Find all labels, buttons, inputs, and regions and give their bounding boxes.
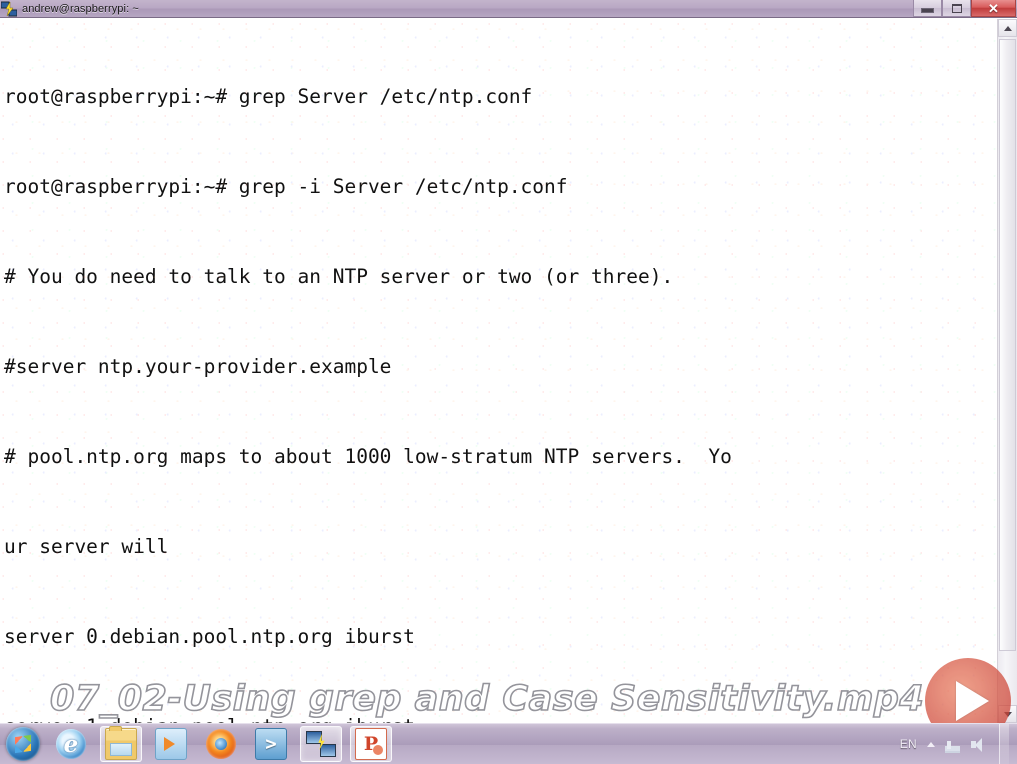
network-icon[interactable] — [945, 735, 960, 753]
powershell-icon — [255, 728, 287, 760]
close-button[interactable]: ✕ — [971, 0, 1016, 17]
start-button[interactable] — [6, 727, 40, 761]
system-tray: EN — [900, 723, 1009, 764]
taskbar-item-putty[interactable] — [300, 726, 342, 762]
windows-taskbar: EN — [0, 723, 1017, 764]
terminal-line: # You do need to talk to an NTP server o… — [4, 265, 674, 288]
terminal-text: root@raspberrypi:~# grep Server /etc/ntp… — [0, 19, 997, 723]
maximize-icon — [951, 3, 962, 13]
folder-icon — [105, 726, 137, 760]
terminal-output-area[interactable]: root@raspberrypi:~# grep Server /etc/ntp… — [0, 19, 997, 723]
taskbar-item-internet-explorer[interactable] — [50, 726, 92, 762]
terminal-line: server 0.debian.pool.ntp.org iburst — [4, 625, 415, 648]
putty-icon — [0, 0, 18, 17]
maximize-button[interactable] — [942, 0, 971, 17]
terminal-line: #server ntp.your-provider.example — [4, 355, 392, 378]
window-controls: ✕ — [913, 0, 1016, 17]
video-title-overlay: 07_02-Using grep and Case Sensitivity.mp… — [49, 678, 925, 720]
play-icon — [956, 681, 989, 721]
scrollbar-thumb[interactable] — [999, 39, 1016, 651]
powerpoint-icon — [355, 728, 387, 760]
terminal-line: # pool.ntp.org maps to about 1000 low-st… — [4, 445, 732, 468]
taskbar-item-powerpoint[interactable] — [350, 726, 392, 762]
terminal-line: root@raspberrypi:~# grep Server /etc/ntp… — [4, 85, 533, 108]
taskbar-items — [50, 726, 392, 762]
window-titlebar[interactable]: andrew@raspberrypi: ~ ✕ — [0, 0, 1017, 18]
chevron-up-icon — [1003, 25, 1012, 31]
scroll-up-button[interactable] — [998, 19, 1017, 37]
taskbar-item-firefox[interactable] — [200, 726, 242, 762]
show-desktop-button[interactable] — [999, 723, 1009, 764]
media-player-icon — [155, 728, 187, 760]
screen: andrew@raspberrypi: ~ ✕ root@raspberrypi… — [0, 0, 1017, 764]
terminal-line: root@raspberrypi:~# grep -i Server /etc/… — [4, 175, 568, 198]
minimize-icon — [921, 8, 934, 13]
show-hidden-icons-icon[interactable] — [927, 741, 935, 747]
terminal-line: ur server will — [4, 535, 169, 558]
taskbar-item-windows-media-player[interactable] — [150, 726, 192, 762]
language-indicator[interactable]: EN — [900, 737, 917, 751]
terminal-scrollbar[interactable] — [997, 19, 1017, 723]
volume-icon[interactable] — [970, 737, 985, 752]
taskbar-item-windows-explorer[interactable] — [100, 726, 142, 762]
taskbar-item-powershell[interactable] — [250, 726, 292, 762]
close-icon: ✕ — [988, 0, 999, 16]
minimize-button[interactable] — [913, 0, 942, 17]
internet-explorer-icon — [56, 729, 86, 759]
firefox-icon — [206, 729, 236, 759]
lightning-bolt-icon — [318, 734, 325, 750]
putty-icon — [306, 729, 336, 759]
window-title: andrew@raspberrypi: ~ — [22, 2, 139, 15]
